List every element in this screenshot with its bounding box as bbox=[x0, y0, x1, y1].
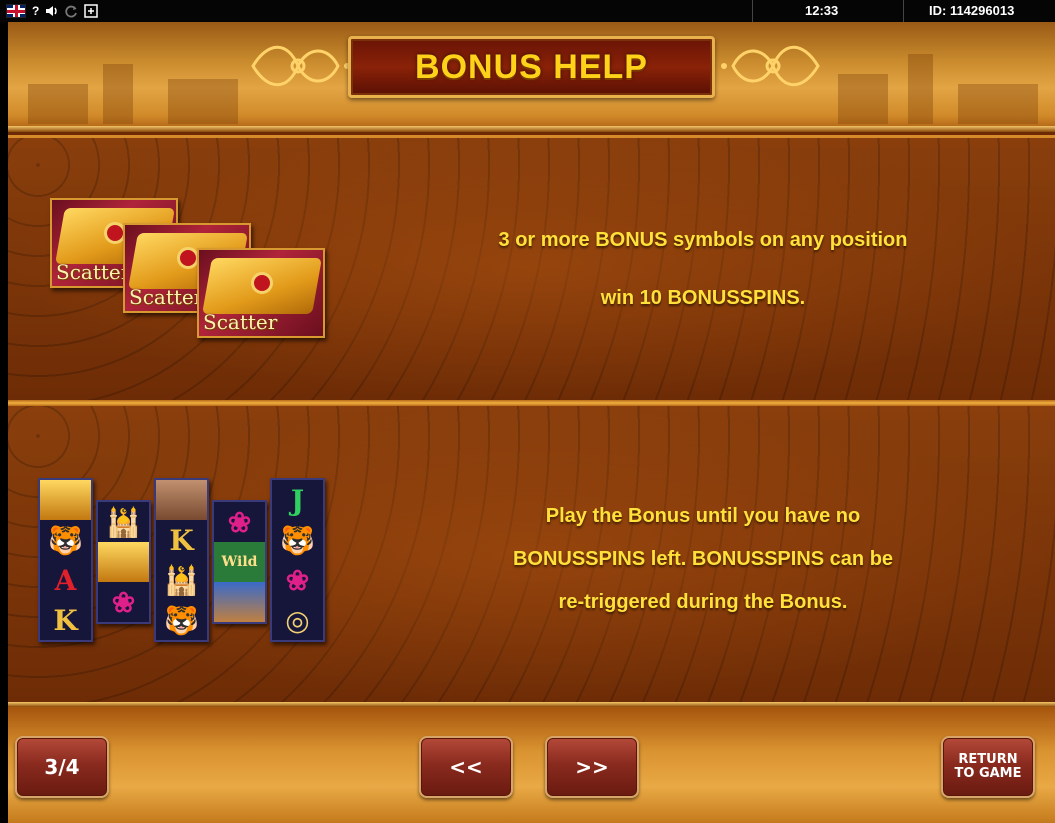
uk-flag-icon[interactable] bbox=[6, 4, 26, 18]
return-to-game-button[interactable]: RETURN TO GAME bbox=[941, 736, 1035, 798]
game-area: BONUS HELP Scatter Scatter Scatter 3 or … bbox=[8, 22, 1055, 823]
help-icon[interactable]: ? bbox=[32, 3, 39, 19]
rose-symbol-icon: ❀ bbox=[285, 563, 310, 597]
wild-symbol-icon: Wild bbox=[214, 542, 265, 582]
reel-column: 🕌 ❀ bbox=[96, 500, 151, 624]
header-divider bbox=[8, 126, 1055, 132]
return-label-line1: RETURN bbox=[958, 752, 1018, 768]
scatter-symbol-icon bbox=[98, 542, 149, 582]
status-divider bbox=[752, 0, 753, 22]
palace-symbol-icon: 🕌 bbox=[106, 505, 141, 539]
palace-symbol-icon: 🕌 bbox=[164, 563, 199, 597]
reel-column: ❀ Wild bbox=[212, 500, 267, 624]
scatter-symbol-icon bbox=[40, 480, 91, 520]
princess-symbol-icon bbox=[156, 480, 207, 520]
letter-k-symbol-icon: K bbox=[53, 603, 78, 637]
bonus-description-line: win 10 BONUSSPINS. bbox=[600, 287, 806, 309]
reload-icon[interactable] bbox=[65, 3, 78, 19]
prince-symbol-icon bbox=[214, 582, 265, 622]
bonus-play-description-line: BONUSSPINS left. BONUSSPINS can be bbox=[512, 548, 894, 570]
letter-k-symbol-icon: K bbox=[169, 523, 194, 557]
tiger-symbol-icon: 🐯 bbox=[280, 523, 315, 557]
next-page-button[interactable]: >> bbox=[545, 736, 639, 798]
left-ornament-icon bbox=[251, 45, 350, 87]
status-bar: ? 12:33 ID: 114296013 bbox=[0, 0, 1055, 22]
bonus-play-description-line: re-triggered during the Bonus. bbox=[558, 591, 848, 613]
right-ornament-icon bbox=[721, 45, 820, 87]
tiger-symbol-icon: 🐯 bbox=[164, 603, 199, 637]
letter-j-symbol-icon: J bbox=[290, 483, 305, 517]
reel-column: K 🕌 🐯 bbox=[154, 478, 209, 642]
bonus-play-description-line: Play the Bonus until you have no bbox=[545, 505, 861, 527]
footer-bar bbox=[8, 702, 1055, 823]
reel-column: J 🐯 ❀ ◎ bbox=[270, 478, 325, 642]
bonus-description-line: 3 or more BONUS symbols on any position bbox=[498, 229, 908, 251]
status-icons: ? bbox=[6, 3, 99, 19]
page-title: BONUS HELP bbox=[415, 47, 648, 86]
ring-symbol-icon: ◎ bbox=[285, 603, 310, 637]
letter-a-symbol-icon: A bbox=[54, 563, 77, 597]
return-label-line2: TO GAME bbox=[954, 766, 1022, 781]
footer-divider bbox=[8, 702, 1055, 707]
panel-divider bbox=[8, 135, 1055, 138]
game-id: ID: 114296013 bbox=[929, 3, 1015, 18]
rose-symbol-icon: ❀ bbox=[227, 505, 252, 539]
clock-time: 12:33 bbox=[805, 3, 839, 18]
reel-column: 🐯 A K bbox=[38, 478, 93, 642]
header-banner: BONUS HELP bbox=[8, 22, 1055, 132]
title-plate: BONUS HELP bbox=[348, 36, 715, 98]
rose-symbol-icon: ❀ bbox=[111, 585, 136, 619]
previous-page-button[interactable]: << bbox=[419, 736, 513, 798]
scatter-symbol-icon: Scatter bbox=[197, 248, 325, 338]
tiger-symbol-icon: 🐯 bbox=[48, 523, 83, 557]
sound-icon[interactable] bbox=[45, 3, 59, 19]
fullscreen-icon[interactable] bbox=[84, 3, 99, 19]
page-indicator-button[interactable]: 3/4 bbox=[15, 736, 109, 798]
status-divider bbox=[903, 0, 904, 22]
